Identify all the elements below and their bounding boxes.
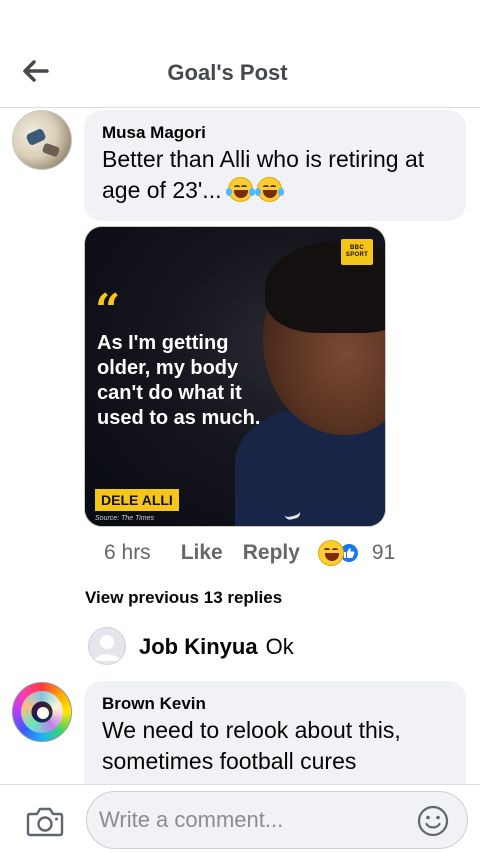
comment-author[interactable]: Musa Magori bbox=[102, 122, 448, 144]
view-previous-replies-link[interactable]: View previous 13 replies bbox=[85, 588, 282, 608]
comment-bubble[interactable]: Brown Kevin We need to relook about this… bbox=[84, 681, 466, 801]
quote-mark-icon: “ bbox=[95, 285, 121, 336]
reply-author[interactable]: Job Kinyua bbox=[139, 634, 258, 659]
comment-timestamp[interactable]: 6 hrs bbox=[104, 541, 151, 565]
comment-meta: 6 hrs Like Reply 91 bbox=[104, 538, 395, 568]
default-avatar-icon bbox=[94, 635, 120, 661]
comment-image[interactable]: BBC SPORT “ As I'm getting older, my bod… bbox=[84, 226, 386, 527]
page-title: Goal's Post bbox=[167, 60, 288, 85]
comment-text: We need to relook about this, sometimes … bbox=[102, 717, 401, 774]
image-name-tag: DELE ALLI bbox=[95, 489, 179, 511]
smiley-icon bbox=[417, 805, 449, 837]
camera-icon bbox=[26, 807, 64, 837]
bbc-sport-logo: BBC SPORT bbox=[341, 239, 373, 265]
comment-input-wrapper bbox=[86, 791, 468, 849]
emoji-picker-button[interactable] bbox=[417, 805, 449, 837]
comment-bubble[interactable]: Musa Magori Better than Alli who is reti… bbox=[84, 110, 466, 221]
comment-input[interactable] bbox=[99, 807, 399, 833]
reactions-summary[interactable] bbox=[317, 540, 360, 566]
reply-button[interactable]: Reply bbox=[243, 541, 300, 565]
comment-composer bbox=[0, 784, 480, 854]
image-source: Source: The Times bbox=[95, 515, 155, 522]
laughing-tears-emoji bbox=[254, 177, 284, 202]
reply-text: Ok bbox=[265, 634, 294, 659]
haha-reaction-icon bbox=[317, 540, 344, 566]
reply-row: Job Kinyua Ok bbox=[139, 634, 294, 660]
laughing-tears-emoji bbox=[225, 177, 255, 202]
avatar[interactable] bbox=[12, 110, 72, 170]
comment-text: Better than Alli who is retiring at age … bbox=[102, 144, 448, 206]
like-button[interactable]: Like bbox=[181, 541, 223, 565]
camera-button[interactable] bbox=[26, 805, 64, 837]
avatar[interactable] bbox=[12, 682, 72, 742]
header-bar: Goal's Post bbox=[0, 0, 480, 108]
image-quote: As I'm getting older, my body can't do w… bbox=[97, 332, 261, 429]
avatar[interactable] bbox=[88, 627, 126, 665]
comment-author[interactable]: Brown Kevin bbox=[102, 693, 448, 715]
reaction-count[interactable]: 91 bbox=[372, 541, 395, 565]
